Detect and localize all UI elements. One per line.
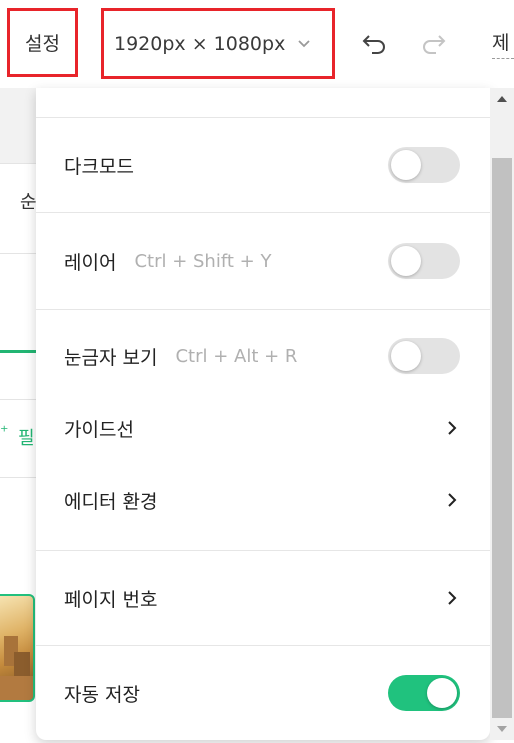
chevron-right-icon <box>448 591 457 605</box>
panel-tab-area <box>0 254 36 400</box>
layer-label: 레이어 <box>64 251 117 274</box>
autosave-label: 자동 저장 <box>64 683 140 706</box>
menu-item-layer[interactable]: 레이어 Ctrl + Shift + Y <box>36 213 490 309</box>
dark-mode-toggle[interactable] <box>388 147 460 183</box>
filter-label: 필 <box>18 428 35 449</box>
document-title-field[interactable]: 제 <box>492 28 514 59</box>
scroll-down-arrow-icon[interactable] <box>490 718 514 740</box>
ruler-label: 눈금자 보기 <box>64 346 158 369</box>
vertical-scrollbar[interactable] <box>490 88 514 740</box>
top-toolbar: 설정 1920px × 1080px 제 <box>0 0 514 88</box>
panel-row[interactable]: 순 <box>0 164 37 254</box>
menu-section-display: 다크모드 <box>36 118 490 213</box>
scroll-up-arrow-icon[interactable] <box>490 88 514 110</box>
editor-environment-label: 에디터 환경 <box>64 490 158 513</box>
menu-section-save: 자동 저장 <box>36 646 490 740</box>
menu-item-dark-mode[interactable]: 다크모드 <box>36 118 490 212</box>
ruler-toggle[interactable] <box>388 338 460 374</box>
menu-item-page-number[interactable]: 페이지 번호 <box>36 551 490 645</box>
settings-label: 설정 <box>25 33 60 55</box>
document-title-text: 제 <box>492 32 510 54</box>
menu-item-editor-environment[interactable]: 에디터 환경 <box>36 464 490 536</box>
canvas-size-value: 1920px × 1080px <box>114 32 286 55</box>
settings-dropdown-menu: 다크모드 레이어 Ctrl + Shift + Y 눈금자 보기 Ctrl + … <box>36 88 490 740</box>
canvas-size-select[interactable]: 1920px × 1080px <box>101 8 335 79</box>
autosave-toggle[interactable] <box>388 675 460 711</box>
layer-shortcut: Ctrl + Shift + Y <box>134 250 272 272</box>
chevron-down-icon <box>298 39 310 47</box>
page-number-label: 페이지 번호 <box>64 588 158 611</box>
settings-button[interactable]: 설정 <box>7 8 78 77</box>
sparkle-icon: ⁺ <box>0 422 9 441</box>
image-thumbnail[interactable] <box>0 594 35 702</box>
panel-row-label: 순 <box>20 192 37 213</box>
chevron-right-icon <box>448 421 457 435</box>
ruler-shortcut: Ctrl + Alt + R <box>175 345 298 367</box>
menu-item-ruler[interactable]: 눈금자 보기 Ctrl + Alt + R <box>36 320 490 392</box>
scrollbar-thumb[interactable] <box>492 158 512 718</box>
menu-section-page: 페이지 번호 <box>36 551 490 646</box>
dark-mode-label: 다크모드 <box>64 155 134 178</box>
chevron-right-icon <box>448 493 457 507</box>
guides-label: 가이드선 <box>64 418 134 441</box>
redo-icon[interactable] <box>418 28 448 58</box>
layer-toggle[interactable] <box>388 243 460 279</box>
panel-header-strip <box>0 88 36 164</box>
menu-item-autosave[interactable]: 자동 저장 <box>36 646 490 740</box>
filter-button[interactable]: ⁺ 필 <box>0 400 36 478</box>
menu-item-guides[interactable]: 가이드선 <box>36 392 490 464</box>
undo-icon[interactable] <box>360 28 390 58</box>
menu-section-layer: 레이어 Ctrl + Shift + Y <box>36 213 490 310</box>
menu-top-spacer <box>36 88 490 118</box>
menu-section-view: 눈금자 보기 Ctrl + Alt + R 가이드선 에디터 환경 <box>36 310 490 551</box>
active-tab-indicator <box>0 350 36 353</box>
